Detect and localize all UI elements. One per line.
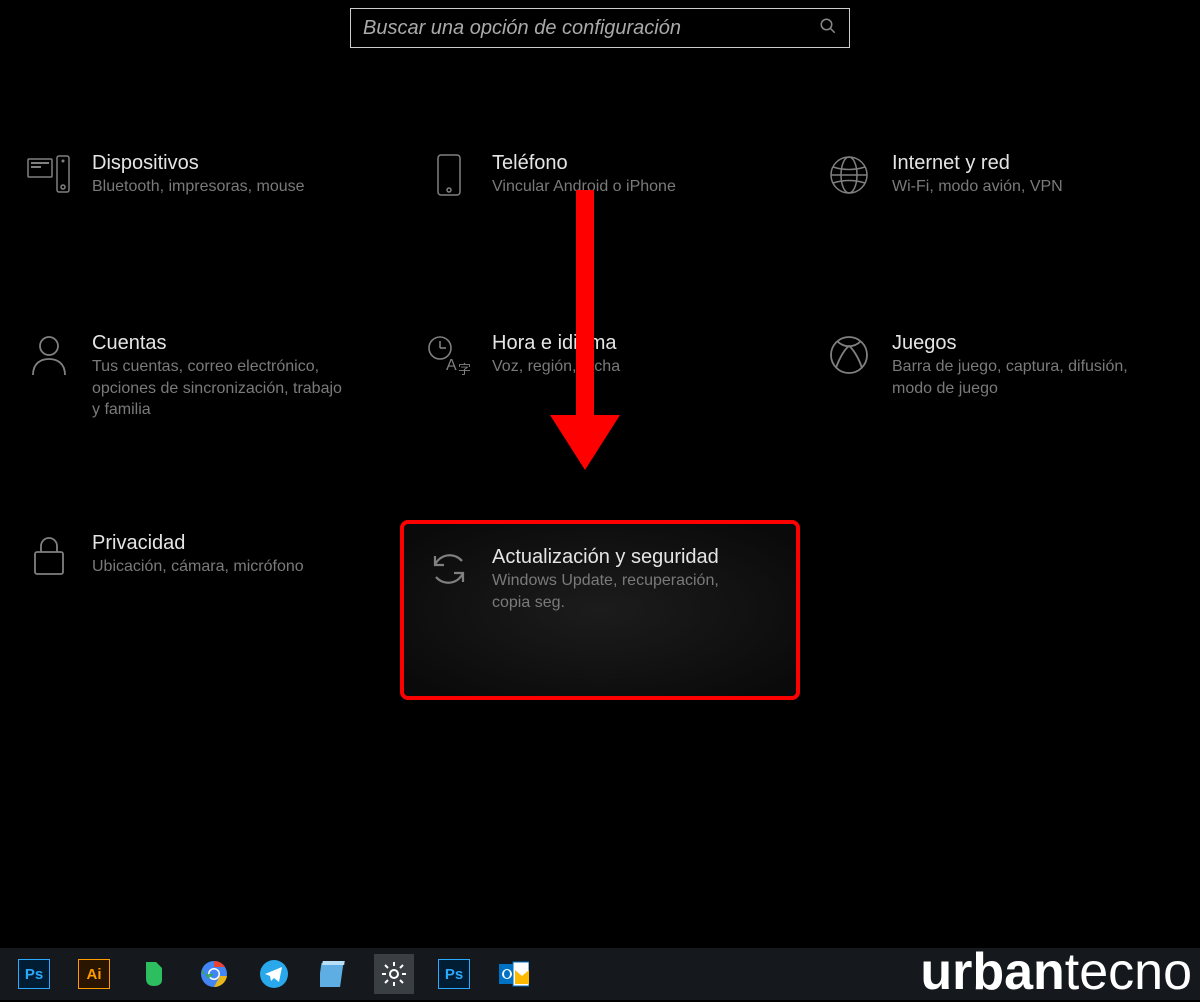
taskbar-settings-icon[interactable]: [374, 954, 414, 994]
tile-time-language[interactable]: A 字 Hora e idioma Voz, región, fecha: [400, 320, 800, 520]
taskbar-illustrator-icon[interactable]: Ai: [74, 954, 114, 994]
tile-title: Actualización y seguridad: [492, 544, 752, 570]
tile-title: Hora e idioma: [492, 330, 620, 356]
lock-icon: [24, 530, 74, 580]
globe-icon: [824, 150, 874, 200]
tile-desc: Windows Update, recuperación, copia seg.: [492, 570, 752, 613]
tile-desc: Bluetooth, impresoras, mouse: [92, 176, 305, 198]
taskbar-photoshop-icon[interactable]: Ps: [14, 954, 54, 994]
tile-desc: Vincular Android o iPhone: [492, 176, 676, 198]
tile-title: Internet y red: [892, 150, 1063, 176]
taskbar-notepad-icon[interactable]: [314, 954, 354, 994]
search-input[interactable]: [363, 17, 819, 40]
update-icon: [424, 544, 474, 594]
watermark: urbantecno: [920, 942, 1192, 1002]
person-icon: [24, 330, 74, 380]
taskbar-telegram-icon[interactable]: [254, 954, 294, 994]
tile-title: Privacidad: [92, 530, 304, 556]
xbox-icon: [824, 330, 874, 380]
time-language-icon: A 字: [424, 330, 474, 380]
taskbar-evernote-icon[interactable]: [134, 954, 174, 994]
tile-desc: Voz, región, fecha: [492, 356, 620, 378]
svg-text:A: A: [446, 357, 457, 374]
settings-tiles: Dispositivos Bluetooth, impresoras, mous…: [0, 140, 1200, 700]
tile-desc: Tus cuentas, correo electrónico, opcione…: [92, 356, 352, 421]
tile-privacy[interactable]: Privacidad Ubicación, cámara, micrófono: [0, 520, 400, 700]
tile-title: Dispositivos: [92, 150, 305, 176]
tile-devices[interactable]: Dispositivos Bluetooth, impresoras, mous…: [0, 140, 400, 320]
phone-icon: [424, 150, 474, 200]
taskbar-photoshop2-icon[interactable]: Ps: [434, 954, 474, 994]
tile-accounts[interactable]: Cuentas Tus cuentas, correo electrónico,…: [0, 320, 400, 520]
tile-gaming[interactable]: Juegos Barra de juego, captura, difusión…: [800, 320, 1200, 520]
tile-desc: Barra de juego, captura, difusión, modo …: [892, 356, 1152, 399]
tile-title: Teléfono: [492, 150, 676, 176]
search-icon: [819, 17, 837, 40]
devices-icon: [24, 150, 74, 200]
tile-desc: Wi-Fi, modo avión, VPN: [892, 176, 1063, 198]
tile-title: Cuentas: [92, 330, 352, 356]
settings-search[interactable]: [350, 8, 850, 48]
tile-title: Juegos: [892, 330, 1152, 356]
tile-desc: Ubicación, cámara, micrófono: [92, 556, 304, 578]
taskbar-chrome-icon[interactable]: [194, 954, 234, 994]
tile-update-security[interactable]: Actualización y seguridad Windows Update…: [400, 520, 800, 700]
tile-network[interactable]: Internet y red Wi-Fi, modo avión, VPN: [800, 140, 1200, 320]
tile-phone[interactable]: Teléfono Vincular Android o iPhone: [400, 140, 800, 320]
svg-text:字: 字: [458, 362, 471, 376]
taskbar-outlook-icon[interactable]: [494, 954, 534, 994]
